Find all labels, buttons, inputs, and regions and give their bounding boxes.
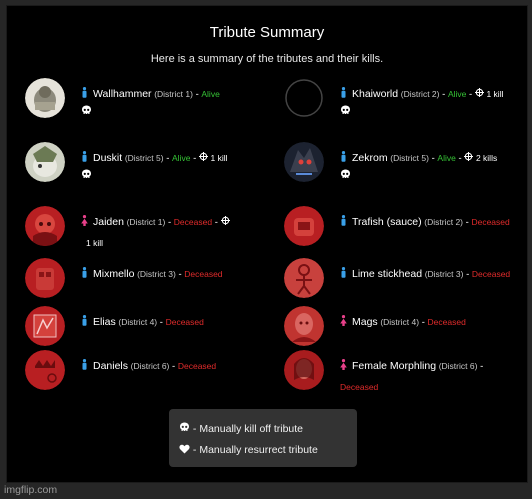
legend-kill-label: - Manually kill off tribute <box>192 423 304 435</box>
skull-icon[interactable] <box>340 105 351 119</box>
tribute-info: Mixmello (District 3) - Deceased <box>81 264 259 285</box>
avatar <box>284 78 324 118</box>
crosshair-icon <box>198 152 208 164</box>
status-badge: Deceased <box>173 217 213 227</box>
skull-icon[interactable] <box>81 169 92 183</box>
legend-resurrect-row: - Manually resurrect tribute <box>179 444 318 456</box>
screenshot-frame: Tribute Summary Here is a summary of the… <box>0 0 532 499</box>
status-badge: Deceased <box>165 317 204 327</box>
avatar <box>284 306 324 346</box>
male-icon <box>81 358 88 370</box>
status-badge: Deceased <box>184 269 223 279</box>
tribute-name: Elias <box>93 316 116 328</box>
male-icon <box>340 86 347 98</box>
page-title: Tribute Summary <box>209 24 325 41</box>
tribute-name: Wallhammer <box>93 88 152 100</box>
avatar <box>284 258 324 298</box>
status-badge: Deceased <box>471 269 511 279</box>
tribute-name: Jaiden <box>93 216 124 228</box>
status-badge: Deceased <box>471 217 510 227</box>
avatar <box>25 306 65 346</box>
status-badge: Alive <box>201 89 220 99</box>
crosshair-icon <box>464 152 474 164</box>
avatar <box>284 350 324 390</box>
tribute-district: (District 2) <box>424 217 464 227</box>
tribute-info: Female Morphling (District 6) - Deceased <box>340 358 484 392</box>
status-badge: Deceased <box>427 317 466 327</box>
crosshair-icon <box>474 88 484 100</box>
male-icon <box>340 266 347 278</box>
status-badge: Alive <box>172 153 191 163</box>
female-icon <box>340 314 347 326</box>
tribute-district: (District 5) <box>124 153 164 163</box>
status-badge: Deceased <box>177 361 217 371</box>
tribute-district: (District 6) <box>130 361 170 371</box>
female-icon <box>81 214 88 226</box>
tribute-name: Lime stickhead <box>352 268 423 280</box>
tribute-name: Female Morphling <box>352 360 437 372</box>
kill-count: 1 kill <box>486 89 504 99</box>
male-icon <box>340 214 347 226</box>
tribute-info: Elias (District 4) - Deceased <box>81 312 259 333</box>
tribute-info: Mags (District 4) - Deceased <box>340 312 518 333</box>
tribute-district: (District 4) <box>380 317 420 327</box>
tribute-info: Daniels (District 6) - Deceased <box>81 356 259 377</box>
tribute-name: Zekrom <box>352 152 388 164</box>
legend-box: - Manually kill off tribute - Manually r… <box>169 409 357 467</box>
tribute-info: Khaiworld (District 2) - Alive - 1 kill <box>340 84 518 123</box>
tribute-name: Mags <box>352 316 378 328</box>
kill-count: 1 kill <box>210 153 228 163</box>
male-icon <box>340 150 347 162</box>
tribute-district: (District 1) <box>126 217 166 227</box>
page-subtitle: Here is a summary of the tributes and th… <box>150 53 384 65</box>
tribute-district: (District 1) <box>154 89 193 99</box>
tribute-name: Daniels <box>93 360 129 372</box>
tribute-district: (District 6) <box>438 361 478 371</box>
skull-icon[interactable] <box>340 169 351 183</box>
avatar <box>284 142 324 182</box>
tribute-district: (District 4) <box>118 317 158 327</box>
heart-icon <box>179 444 190 456</box>
legend-resurrect-label: - Manually resurrect tribute <box>192 444 318 456</box>
skull-icon <box>179 422 190 435</box>
avatar <box>25 258 65 298</box>
skull-icon[interactable] <box>81 105 92 119</box>
tribute-district: (District 3) <box>137 269 176 279</box>
tribute-summary-panel: Tribute Summary Here is a summary of the… <box>6 5 528 483</box>
avatar <box>25 142 65 182</box>
watermark: imgflip.com <box>4 484 58 496</box>
kill-count: 1 kill <box>86 238 104 248</box>
female-icon <box>340 358 347 370</box>
avatar <box>284 206 324 246</box>
male-icon <box>81 266 88 278</box>
tribute-name: Khaiworld <box>352 88 399 100</box>
kill-count: 2 kills <box>475 153 498 163</box>
tribute-info: Trafish (sauce) (District 2) - Deceased <box>340 212 518 233</box>
tribute-name: Duskit <box>93 152 123 164</box>
legend-kill-row: - Manually kill off tribute <box>179 422 303 435</box>
status-badge: Alive <box>447 89 467 99</box>
tribute-district: (District 5) <box>390 153 429 163</box>
tribute-name: Mixmello <box>93 268 135 280</box>
tribute-info: Wallhammer (District 1) - Alive <box>81 84 259 123</box>
avatar <box>25 78 65 118</box>
tribute-district: (District 3) <box>424 269 464 279</box>
tribute-info: Duskit (District 5) - Alive - 1 kill <box>81 148 259 187</box>
male-icon <box>81 314 88 326</box>
status-badge: Deceased <box>340 382 379 392</box>
male-icon <box>81 86 88 98</box>
avatar <box>25 350 65 390</box>
tribute-info: Zekrom (District 5) - Alive - 2 kills <box>340 148 518 187</box>
tribute-info: Lime stickhead (District 3) - Deceased <box>340 264 518 285</box>
male-icon <box>81 150 88 162</box>
tribute-info: Jaiden (District 1) - Deceased - 1 kill <box>81 212 259 253</box>
tribute-district: (District 2) <box>400 89 440 99</box>
crosshair-icon <box>220 216 230 228</box>
status-badge: Alive <box>437 153 456 163</box>
tribute-name: Trafish (sauce) <box>352 216 422 228</box>
avatar <box>25 206 65 246</box>
